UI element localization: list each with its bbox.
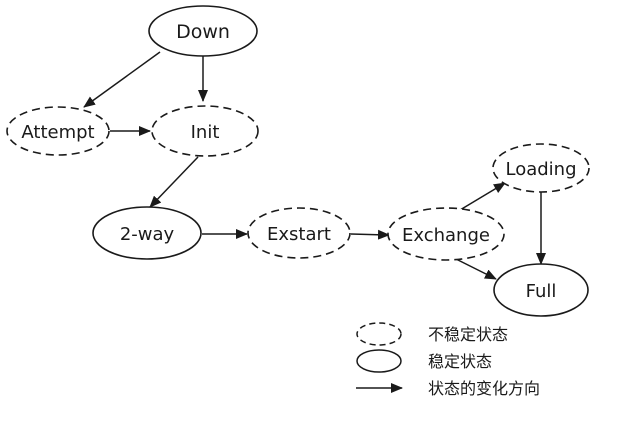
legend: 不稳定状态 稳定状态 状态的变化方向: [356, 322, 540, 398]
node-label: Exchange: [402, 225, 490, 246]
legend-arrow: 状态的变化方向: [356, 379, 540, 398]
node-attempt: Attempt: [6, 106, 110, 156]
node-label: Loading: [505, 159, 576, 180]
arrow-exstart-to-exchange: [350, 229, 390, 240]
node-init: Init: [151, 105, 259, 157]
node-exchange: Exchange: [387, 207, 505, 261]
legend-unstable: 不稳定状态: [356, 322, 508, 346]
node-2way: 2-way: [92, 206, 202, 260]
node-label: 2-way: [120, 224, 175, 245]
ospf-neighbor-state-diagram: Down Attempt Init 2-way Exstart Exchange…: [6, 5, 590, 398]
arrow-exchange-to-full: [453, 257, 497, 280]
node-exstart: Exstart: [247, 207, 351, 259]
state-nodes: Down Attempt Init 2-way Exstart Exchange…: [6, 5, 590, 317]
node-label: Down: [176, 21, 230, 43]
arrow-down-to-attempt: [83, 51, 161, 108]
arrow-exchange-to-loading: [459, 182, 506, 211]
legend-stable-label: 稳定状态: [428, 352, 492, 371]
legend-dashed-ellipse-icon: [356, 322, 402, 346]
legend-solid-ellipse-icon: [356, 349, 402, 373]
arrow-init-to-2way: [149, 156, 199, 208]
node-loading: Loading: [492, 143, 590, 193]
node-label: Attempt: [21, 122, 94, 143]
node-label: Full: [526, 281, 557, 302]
node-full: Full: [493, 263, 589, 317]
node-label: Init: [191, 122, 220, 143]
legend-arrow-label: 状态的变化方向: [428, 379, 540, 398]
legend-unstable-label: 不稳定状态: [428, 325, 508, 344]
node-label: Exstart: [267, 224, 331, 245]
node-down: Down: [148, 5, 258, 57]
legend-stable: 稳定状态: [356, 349, 492, 373]
